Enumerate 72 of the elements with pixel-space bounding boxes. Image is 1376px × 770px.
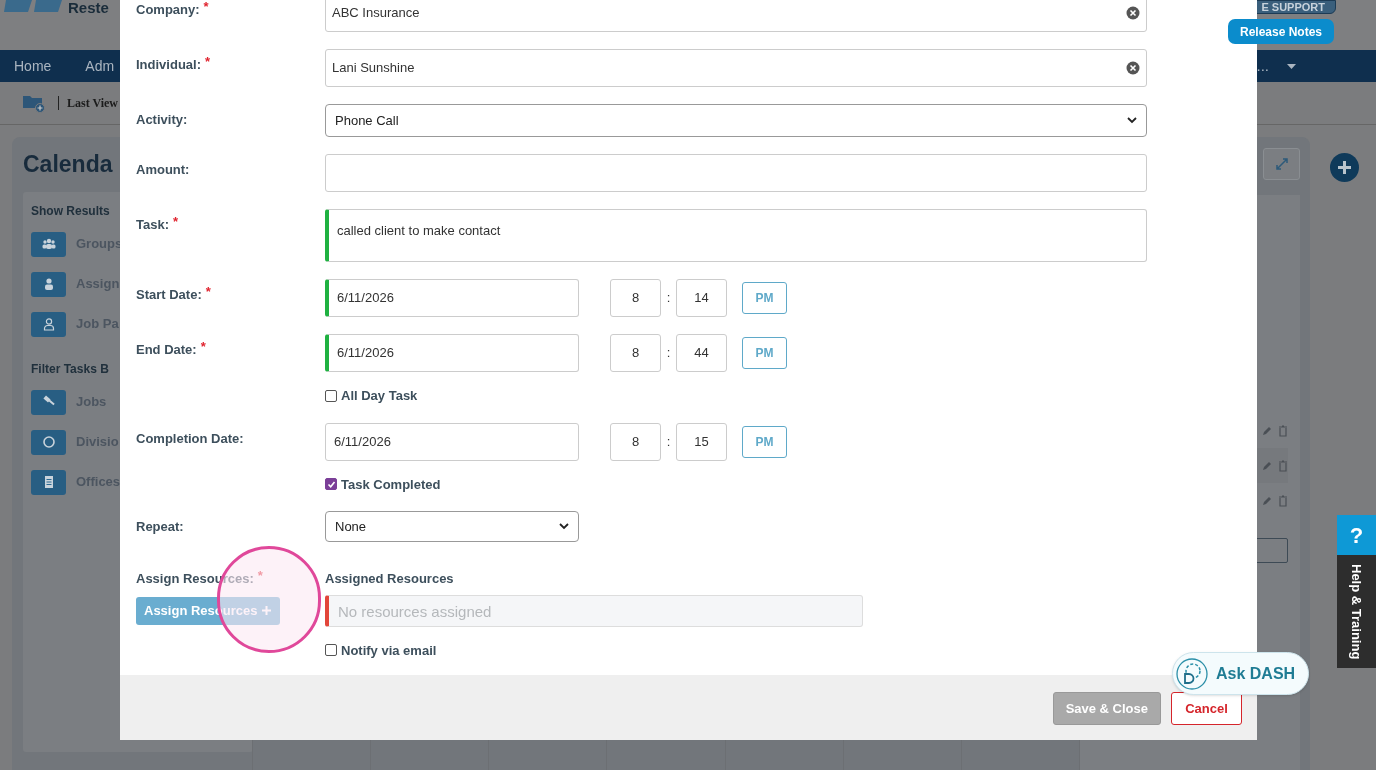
date-field[interactable]: 6/11/2026 [325,279,579,317]
minute-field[interactable]: 44 [676,334,727,372]
nav-item[interactable]: Adm [85,55,115,77]
chevron-down-icon [1127,117,1137,124]
section-heading: Assigned Resources [325,570,455,588]
folder-add-icon[interactable] [22,93,46,113]
text-field[interactable]: Lani Sunshine [325,49,1147,87]
help-training-tab[interactable]: Help & Training [1337,555,1376,668]
add-icon[interactable] [1330,153,1359,182]
required-mark: * [200,340,206,353]
checkbox[interactable] [325,644,337,657]
select-field[interactable]: Phone Call [325,104,1147,137]
text-field[interactable] [325,154,1147,192]
required-mark: * [205,55,211,68]
required-mark: * [173,215,179,228]
breadcrumb-label[interactable]: Last View [67,94,118,112]
circle-icon [41,435,56,449]
filter-icon-button[interactable] [31,389,66,415]
filter-icon-button[interactable] [31,271,66,297]
checkbox-label: Task Completed [341,475,441,494]
date-field[interactable]: 6/11/2026 [325,422,579,461]
field-label: End Date: [136,341,197,359]
release-notes-button[interactable]: Release Notes [1228,19,1335,44]
required-mark: * [205,285,211,298]
required-mark: * [257,569,263,582]
checkbox[interactable] [325,478,337,491]
checkbox-label: Notify via email [341,641,437,660]
select-field[interactable]: None [325,511,579,542]
nav-item[interactable]: Home [14,55,52,77]
ask-dash-button[interactable]: Ask DASH [1172,652,1309,695]
logo-text: Reste [68,0,109,15]
hour-field[interactable]: 8 [610,334,661,372]
gear-letter-icon [1176,657,1208,690]
text-field[interactable]: ABC Insurance [325,0,1147,32]
hour-field[interactable]: 8 [610,422,661,461]
cancel-button[interactable]: Cancel [1171,692,1242,725]
field-label: Individual: [136,56,201,74]
filter-icon-button[interactable] [31,231,66,257]
plus-icon [261,605,273,616]
caret-icon[interactable] [1287,63,1296,69]
user-outline-icon [41,317,56,331]
filter-icon-button[interactable] [31,469,66,495]
filter-icon-button[interactable] [31,311,66,337]
time-separator: : [665,289,672,308]
field-label: Amount: [136,161,190,179]
field-label: Repeat: [136,518,184,536]
users-icon [41,237,56,251]
clear-icon[interactable] [1126,6,1140,20]
required-mark: * [203,0,209,13]
time-separator: : [665,344,672,363]
section-title: Show Results [31,202,110,220]
task-textarea[interactable]: called client to make contact [325,209,1147,262]
date-field[interactable]: 6/11/2026 [325,334,579,372]
filter-icon-button[interactable] [31,429,66,455]
hour-field[interactable]: 8 [610,279,661,317]
minute-field[interactable]: 15 [676,422,727,461]
logo-icon [4,0,64,12]
checkbox[interactable] [325,389,337,402]
checkbox-label: All Day Task [341,387,418,405]
section-title: Filter Tasks B [31,360,109,378]
nav-item[interactable]: ... [1256,54,1269,78]
field-label: Activity: [136,111,188,129]
field-label: Completion Date: [136,429,244,448]
field-label: Task: [136,216,169,234]
field-label: Company: [136,1,200,19]
expand-icon [1274,157,1289,172]
clear-icon[interactable] [1126,61,1140,75]
field-label: Start Date: [136,286,202,304]
chevron-down-icon [559,523,569,530]
page-title: Calenda [23,150,113,179]
minute-field[interactable]: 14 [676,279,727,317]
time-separator: : [665,432,672,451]
